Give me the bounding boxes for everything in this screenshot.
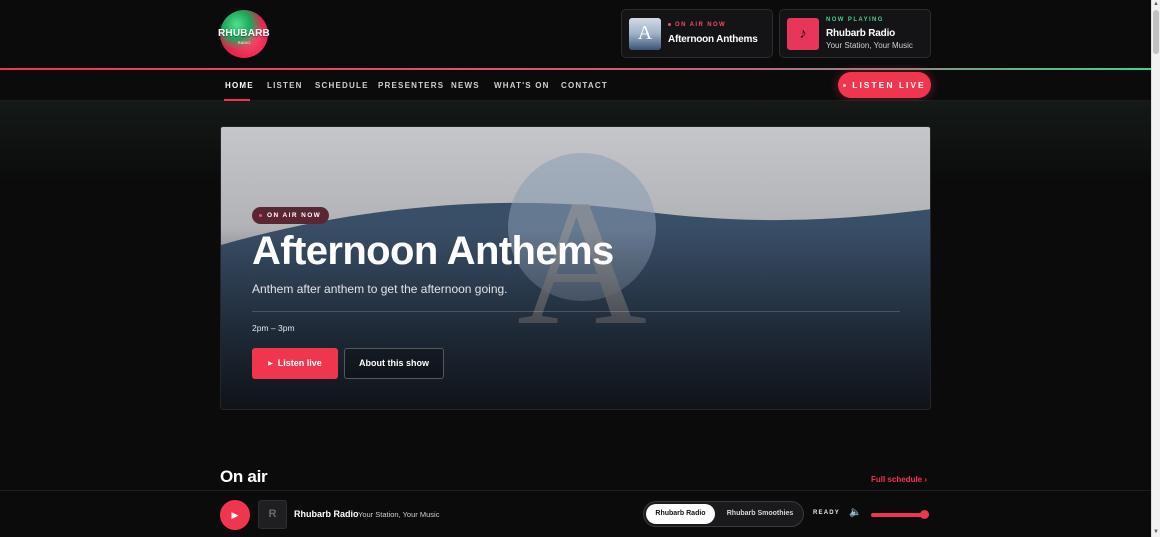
show-thumbnail: A — [629, 18, 661, 50]
logo-sub: RADIO — [237, 40, 251, 45]
player-status: READY — [813, 510, 841, 516]
live-dot-icon — [843, 84, 847, 88]
now-playing-thumbnail: ♪ — [787, 18, 819, 50]
live-dot-icon — [668, 22, 671, 26]
listen-live-label: LISTEN LIVE — [852, 80, 926, 90]
nav-item-presenters[interactable]: PRESENTERS — [378, 81, 444, 90]
full-schedule-link[interactable]: Full schedule › — [871, 475, 927, 484]
nav-item-listen[interactable]: LISTEN — [267, 81, 303, 90]
full-schedule-label: Full schedule — [871, 475, 923, 484]
on-air-now-card[interactable]: A ON AIR NOW Afternoon Anthems — [621, 9, 773, 58]
play-icon: ▶ — [231, 510, 239, 520]
now-playing-kicker: NOW PLAYING — [826, 17, 884, 23]
now-playing-subtitle: Your Station, Your Music — [826, 41, 913, 50]
show-title: Afternoon Anthems — [252, 229, 614, 273]
show-thumbnail-letter: A — [637, 22, 653, 44]
on-air-badge-label: ON AIR NOW — [267, 212, 322, 219]
station-option-rhubarb-radio[interactable]: Rhubarb Radio — [646, 504, 715, 524]
show-description: Anthem after anthem to get the afternoon… — [252, 282, 508, 296]
page-scrollbar[interactable]: ▲ ▼ — [1151, 0, 1160, 537]
scroll-down-icon[interactable]: ▼ — [1152, 528, 1160, 537]
nav-item-whats-on[interactable]: WHAT'S ON — [494, 81, 550, 90]
scroll-up-icon[interactable]: ▲ — [1152, 0, 1160, 9]
nav-item-news[interactable]: NEWS — [451, 81, 480, 90]
show-time: 2pm – 3pm — [252, 323, 295, 333]
on-air-kicker: ON AIR NOW — [668, 22, 726, 28]
player-station-tagline: Your Station, Your Music — [358, 510, 440, 519]
on-air-badge: ON AIR NOW — [252, 207, 330, 224]
now-playing-card[interactable]: ♪ NOW PLAYING Rhubarb Radio Your Station… — [779, 9, 931, 58]
scrollbar-thumb[interactable] — [1153, 10, 1159, 54]
volume-slider[interactable] — [871, 510, 929, 519]
volume-icon[interactable]: 🔈 — [849, 507, 861, 518]
main-nav: HOME LISTEN SCHEDULE PRESENTERS NEWS WHA… — [0, 70, 1151, 101]
about-show-button[interactable]: About this show — [344, 348, 444, 379]
logo-text: RHUBARB — [218, 28, 270, 39]
listen-live-hero-button[interactable]: ▶ Listen live — [252, 348, 338, 379]
play-button[interactable]: ▶ — [220, 500, 250, 530]
player-bar: ▶ R Rhubarb Radio Your Station, Your Mus… — [0, 490, 1151, 537]
station-artwork: R — [258, 500, 287, 529]
station-option-rhubarb-smoothies[interactable]: Rhubarb Smoothies — [719, 504, 801, 524]
nav-item-home[interactable]: HOME — [225, 81, 254, 90]
play-icon: ▶ — [268, 361, 273, 367]
listen-live-hero-label: Listen live — [277, 358, 322, 368]
hero-on-air: A ON AIR NOW Afternoon Anthems Anthem af… — [220, 126, 931, 410]
on-air-kicker-label: ON AIR NOW — [675, 22, 727, 28]
volume-knob[interactable] — [920, 510, 929, 519]
now-playing-title: Rhubarb Radio — [826, 28, 896, 39]
player-station-name: Rhubarb Radio — [294, 509, 359, 519]
on-air-show-title: Afternoon Anthems — [668, 34, 758, 45]
music-note-icon: ♪ — [799, 25, 807, 42]
on-air-section-title: On air — [220, 467, 268, 486]
hero-divider — [252, 311, 900, 312]
live-dot-icon — [259, 213, 262, 217]
nav-item-schedule[interactable]: SCHEDULE — [315, 81, 369, 90]
top-header: RHUBARB RADIO A ON AIR NOW Afternoon Ant… — [0, 0, 1151, 69]
nav-item-contact[interactable]: CONTACT — [561, 81, 608, 90]
station-switcher: Rhubarb Radio Rhubarb Smoothies — [643, 501, 804, 527]
rhubarb-radio-logo[interactable]: RHUBARB RADIO — [218, 10, 270, 58]
volume-fill — [871, 513, 927, 517]
chevron-right-icon: › — [924, 475, 928, 484]
listen-live-button[interactable]: LISTEN LIVE — [838, 72, 931, 98]
